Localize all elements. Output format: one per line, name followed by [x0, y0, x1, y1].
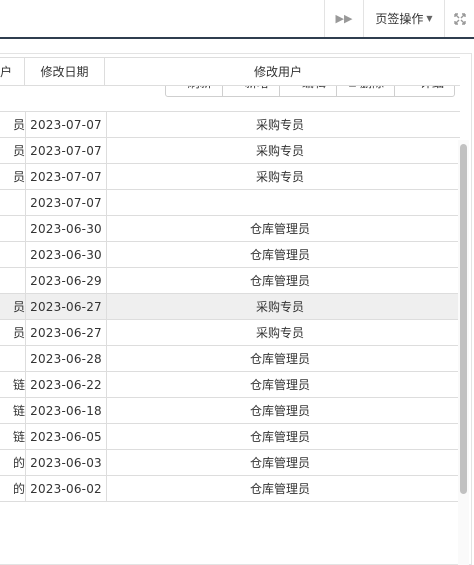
- cell-date: 2023-06-03: [26, 450, 107, 475]
- header-modify-user[interactable]: 修改用户: [105, 58, 451, 85]
- cell-date: 2023-06-22: [26, 372, 107, 397]
- cell-date: 2023-07-07: [26, 190, 107, 215]
- cell-user: 仓库管理员: [249, 274, 310, 288]
- cell-user: 采购专员: [255, 118, 304, 132]
- table-row[interactable]: 链 2023-06-22 仓库管理员: [0, 372, 460, 398]
- cell-date: 2023-07-07: [26, 112, 107, 137]
- table-row-highlighted[interactable]: 员 2023-06-27 采购专员: [0, 294, 460, 320]
- table-row[interactable]: 员 2023-07-07 采购专员: [0, 164, 460, 190]
- cell-date: 2023-06-05: [26, 424, 107, 449]
- cell-user: 仓库管理员: [249, 456, 310, 470]
- data-table: 户 修改日期 修改用户 员 2023-07-07 采购专员 员 2023-07-07 采…: [0, 57, 460, 502]
- cell-date: 2023-07-07: [26, 164, 107, 189]
- table-row[interactable]: 的 2023-06-02 仓库管理员: [0, 476, 460, 502]
- table-row[interactable]: 2023-06-29 仓库管理员: [0, 268, 460, 294]
- cell-partial: [0, 268, 26, 293]
- cell-user: 仓库管理员: [249, 222, 310, 236]
- cell-date: 2023-06-18: [26, 398, 107, 423]
- table-row[interactable]: 员 2023-06-27 采购专员: [0, 320, 460, 346]
- vertical-scrollbar-thumb[interactable]: [460, 144, 467, 494]
- table-filter-row: [0, 86, 460, 112]
- cell-date: 2023-06-27: [26, 294, 107, 319]
- cell-partial: [0, 346, 26, 371]
- cell-user: 仓库管理员: [249, 482, 310, 496]
- cell-user: 采购专员: [255, 300, 304, 314]
- cell-partial: 员: [0, 112, 26, 137]
- table-row[interactable]: 链 2023-06-05 仓库管理员: [0, 424, 460, 450]
- fullscreen-button[interactable]: [444, 0, 474, 37]
- cell-partial: 的: [0, 450, 26, 475]
- tab-bar: ▶▶ 页签操作 ▼: [0, 0, 474, 39]
- caret-down-icon: ▼: [426, 14, 433, 23]
- fullscreen-icon: [454, 12, 466, 25]
- table-row[interactable]: 员 2023-07-07 采购专员: [0, 138, 460, 164]
- cell-partial: 链: [0, 398, 26, 423]
- cell-user: 采购专员: [255, 144, 304, 158]
- table-row[interactable]: 2023-06-30 仓库管理员: [0, 216, 460, 242]
- cell-user: 仓库管理员: [249, 378, 310, 392]
- cell-date: 2023-06-02: [26, 476, 107, 501]
- table-row[interactable]: 2023-06-30 仓库管理员: [0, 242, 460, 268]
- tab-operations-label: 页签操作: [375, 12, 424, 26]
- cell-user: 仓库管理员: [249, 430, 310, 444]
- cell-date: 2023-06-29: [26, 268, 107, 293]
- table-row[interactable]: 链 2023-06-18 仓库管理员: [0, 398, 460, 424]
- table-row[interactable]: 2023-07-07: [0, 190, 460, 216]
- tab-operations-dropdown[interactable]: 页签操作 ▼: [363, 0, 444, 37]
- tab-scroll-right-button[interactable]: ▶▶: [324, 0, 363, 37]
- cell-partial: [0, 190, 26, 215]
- cell-user: 仓库管理员: [249, 352, 310, 366]
- table-row[interactable]: 员 2023-07-07 采购专员: [0, 112, 460, 138]
- header-modify-date[interactable]: 修改日期: [25, 58, 105, 85]
- cell-user: 仓库管理员: [249, 248, 310, 262]
- double-chevron-right-icon: ▶▶: [335, 12, 353, 25]
- cell-date: 2023-06-27: [26, 320, 107, 345]
- cell-partial: 链: [0, 372, 26, 397]
- cell-date: 2023-06-30: [26, 216, 107, 241]
- cell-user: 采购专员: [255, 326, 304, 340]
- cell-partial: 员: [0, 320, 26, 345]
- cell-partial: 员: [0, 138, 26, 163]
- cell-date: 2023-06-28: [26, 346, 107, 371]
- header-modify-user-partial[interactable]: 户: [0, 58, 25, 85]
- cell-user: 采购专员: [255, 170, 304, 184]
- table-row[interactable]: 的 2023-06-03 仓库管理员: [0, 450, 460, 476]
- table-header: 户 修改日期 修改用户: [0, 57, 460, 86]
- cell-partial: 员: [0, 164, 26, 189]
- cell-user: 仓库管理员: [249, 404, 310, 418]
- cell-partial: [0, 242, 26, 267]
- cell-partial: 链: [0, 424, 26, 449]
- cell-partial: 的: [0, 476, 26, 501]
- cell-date: 2023-06-30: [26, 242, 107, 267]
- cell-partial: 员: [0, 294, 26, 319]
- cell-date: 2023-07-07: [26, 138, 107, 163]
- cell-partial: [0, 216, 26, 241]
- cell-user: [107, 190, 453, 215]
- table-row[interactable]: 2023-06-28 仓库管理员: [0, 346, 460, 372]
